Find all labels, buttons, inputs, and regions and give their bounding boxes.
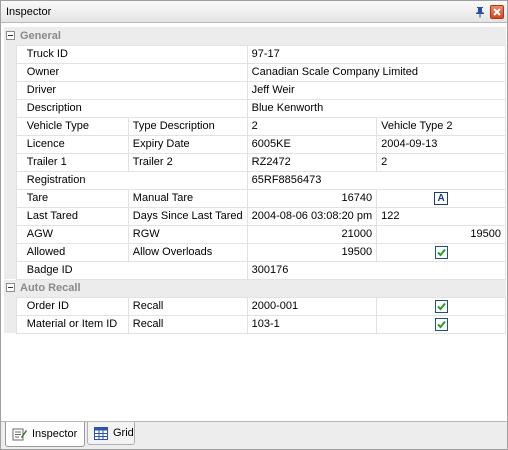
pin-icon[interactable] [473, 5, 487, 19]
property-label: Vehicle Type [15, 116, 129, 136]
property-value[interactable]: 2 [246, 116, 378, 136]
tab-bar: Inspector Grid [1, 421, 507, 449]
property-label: Owner [15, 62, 248, 82]
property-sublabel: Allow Overloads [127, 242, 248, 262]
property-sublabel: Manual Tare [127, 188, 248, 208]
property-label: Order ID [15, 296, 129, 316]
property-row-material-id[interactable]: Material or Item ID Recall 103-1 [4, 314, 506, 334]
collapse-toggle-icon[interactable] [6, 283, 15, 292]
property-sublabel: Expiry Date [127, 134, 248, 154]
grid-icon [94, 426, 108, 440]
property-row-tare[interactable]: Tare Manual Tare 16740 A [4, 188, 506, 208]
property-row-truck-id[interactable]: Truck ID 97-17 [4, 44, 507, 64]
property-row-agw[interactable]: AGW RGW 21000 19500 [4, 224, 506, 244]
property-value[interactable]: 6005KE [246, 134, 378, 154]
window-title: Inspector [6, 6, 52, 18]
property-row-last-tared[interactable]: Last Tared Days Since Last Tared 2004-08… [4, 206, 506, 226]
property-row-registration[interactable]: Registration 65RF8856473 [4, 170, 507, 190]
property-value-2[interactable]: 122 [376, 206, 506, 226]
property-value-2[interactable]: Vehicle Type 2 [376, 116, 506, 136]
title-bar: Inspector [1, 1, 507, 23]
property-label: Description [15, 98, 248, 118]
property-value[interactable]: 65RF8856473 [246, 170, 507, 190]
tab-inspector[interactable]: Inspector [5, 422, 85, 447]
property-value-2[interactable]: 19500 [376, 224, 506, 244]
property-value[interactable]: 16740 [246, 188, 378, 208]
property-row-order-id[interactable]: Order ID Recall 2000-001 [4, 296, 506, 316]
property-row-owner[interactable]: Owner Canadian Scale Company Limited [4, 62, 507, 82]
check-icon [436, 248, 446, 256]
property-row-vehicle-type[interactable]: Vehicle Type Type Description 2 Vehicle … [4, 116, 506, 136]
tab-grid[interactable]: Grid [87, 422, 135, 445]
collapse-toggle-icon[interactable] [6, 30, 15, 40]
category-label: General [20, 29, 61, 42]
tab-label: Grid [113, 427, 134, 439]
property-row-badge-id[interactable]: Badge ID 300176 [4, 260, 507, 280]
property-value[interactable]: 97-17 [246, 44, 507, 64]
category-general[interactable]: General [4, 27, 506, 45]
allow-overloads-checkbox[interactable] [434, 245, 448, 259]
property-value[interactable]: 21000 [246, 224, 378, 244]
property-label: Last Tared [15, 206, 129, 226]
property-sublabel: Type Description [127, 116, 248, 136]
property-sublabel: Trailer 2 [127, 152, 248, 172]
property-row-driver[interactable]: Driver Jeff Weir [4, 80, 507, 100]
property-row-trailer[interactable]: Trailer 1 Trailer 2 RZ2472 2 [4, 152, 506, 172]
property-label: Material or Item ID [15, 314, 129, 334]
category-label: Auto Recall [20, 282, 81, 294]
inspector-window: Inspector General Truck ID 97-17 Owner C… [0, 0, 508, 450]
property-value[interactable]: Jeff Weir [246, 80, 507, 100]
property-grid: General Truck ID 97-17 Owner Canadian Sc… [4, 27, 507, 334]
property-label: Driver [15, 80, 248, 100]
property-label: AGW [15, 224, 129, 244]
material-recall-checkbox[interactable] [434, 317, 448, 331]
property-value[interactable]: Canadian Scale Company Limited [246, 62, 507, 82]
property-value[interactable]: 300176 [246, 260, 507, 280]
property-value[interactable]: 2000-001 [246, 296, 378, 316]
property-label: Truck ID [15, 44, 248, 64]
property-value[interactable]: RZ2472 [246, 152, 378, 172]
property-sublabel: Recall [127, 314, 248, 334]
close-button[interactable] [490, 5, 504, 19]
property-value[interactable]: 19500 [246, 242, 378, 262]
category-auto-recall[interactable]: Auto Recall [4, 279, 506, 297]
property-label: Badge ID [15, 260, 248, 280]
property-label: Registration [15, 170, 248, 190]
property-value[interactable]: 103-1 [246, 314, 378, 334]
property-sublabel: RGW [127, 224, 248, 244]
order-recall-checkbox[interactable] [434, 299, 448, 313]
property-sublabel: Recall [127, 296, 248, 316]
property-row-licence[interactable]: Licence Expiry Date 6005KE 2004-09-13 [4, 134, 506, 154]
property-label: Allowed [15, 242, 129, 262]
close-icon [493, 8, 501, 16]
property-value-2[interactable]: 2004-09-13 [376, 134, 506, 154]
inspector-icon [12, 427, 27, 441]
tab-label: Inspector [32, 428, 78, 440]
check-icon [436, 302, 446, 310]
property-label: Licence [15, 134, 129, 154]
property-label: Tare [15, 188, 129, 208]
check-icon [436, 320, 446, 328]
property-label: Trailer 1 [15, 152, 129, 172]
property-row-allowed[interactable]: Allowed Allow Overloads 19500 [4, 242, 506, 262]
manual-tare-cell: A [376, 188, 506, 208]
manual-tare-button[interactable]: A [434, 191, 449, 205]
property-sublabel: Days Since Last Tared [127, 206, 248, 226]
property-value-2[interactable]: 2 [376, 152, 506, 172]
property-value[interactable]: 2004-08-06 03:08:20 pm [246, 206, 378, 226]
property-value[interactable]: Blue Kenworth [246, 98, 507, 118]
property-row-description[interactable]: Description Blue Kenworth [4, 98, 507, 118]
